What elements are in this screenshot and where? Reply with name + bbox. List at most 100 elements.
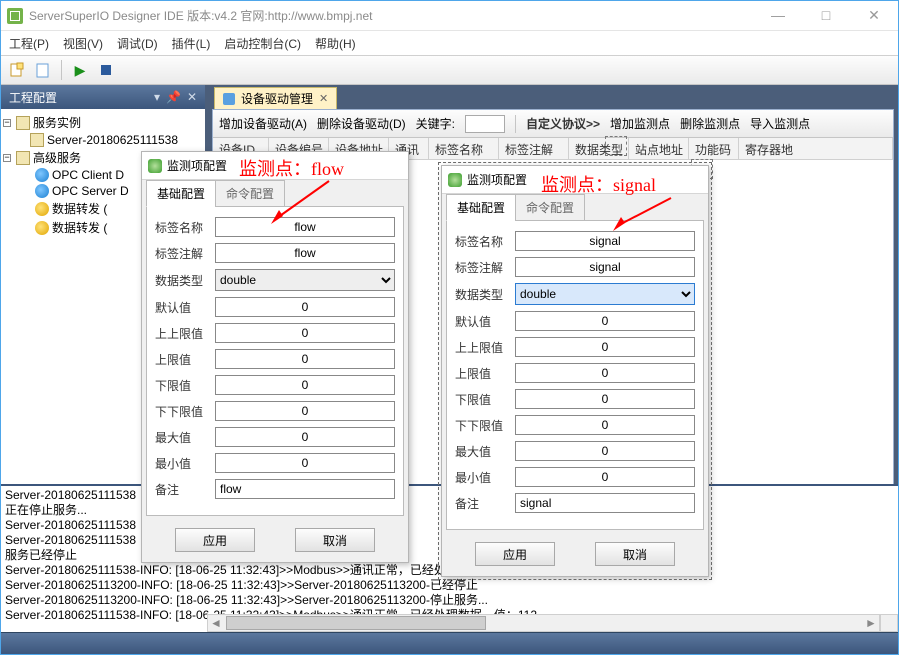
del-driver-button[interactable]: 删除设备驱动(D) [317, 115, 406, 132]
cancel-button[interactable]: 取消 [295, 528, 375, 552]
tab-command[interactable]: 命令配置 [215, 180, 285, 207]
custom-protocol-button[interactable]: 自定义协议>> [526, 115, 600, 132]
label-remark: 备注 [455, 495, 515, 512]
input-l[interactable] [515, 389, 695, 409]
input-uu[interactable] [515, 337, 695, 357]
apply-button[interactable]: 应用 [175, 528, 255, 552]
app-icon [7, 8, 23, 24]
col-7[interactable]: 站点地址 [629, 138, 689, 159]
input-remark[interactable] [215, 479, 395, 499]
col-9[interactable]: 寄存器地 [739, 138, 893, 159]
adv-group-icon [16, 151, 30, 165]
add-point-button[interactable]: 增加监测点 [610, 115, 670, 132]
keyword-label: 关键字: [416, 115, 455, 132]
input-name[interactable] [515, 231, 695, 251]
dialog-titlebar[interactable]: 监测项配置 [142, 152, 408, 180]
select-type[interactable]: double [215, 269, 395, 291]
tab-device-driver[interactable]: 设备驱动管理 ✕ [214, 87, 337, 109]
tree-root-1[interactable]: 服务实例 [33, 114, 81, 131]
new-icon[interactable] [7, 60, 27, 80]
label-name: 标签名称 [155, 219, 215, 236]
label-l: 下限值 [455, 391, 515, 408]
input-def[interactable] [215, 297, 395, 317]
label-max: 最大值 [455, 443, 515, 460]
menu-debug[interactable]: 调试(D) [117, 35, 158, 52]
tree-server[interactable]: Server-20180625111538 [47, 133, 178, 147]
titlebar: ServerSuperIO Designer IDE 版本:v4.2 官网:ht… [1, 1, 898, 31]
label-def: 默认值 [455, 313, 515, 330]
tree-item-3[interactable]: 数据转发 ( [52, 219, 107, 236]
tree-item-0[interactable]: OPC Client D [52, 168, 124, 182]
document-tabbar: 设备驱动管理 ✕ [208, 85, 898, 109]
forward-icon [35, 202, 49, 216]
input-u[interactable] [215, 349, 395, 369]
dialog-body: 标签名称 标签注解 数据类型double 默认值 上上限值 上限值 下限值 下下… [146, 206, 404, 516]
col-4[interactable]: 标签名称 [429, 138, 499, 159]
stop-icon[interactable] [96, 60, 116, 80]
tree-item-2[interactable]: 数据转发 ( [52, 200, 107, 217]
menu-project[interactable]: 工程(P) [9, 35, 49, 52]
input-def[interactable] [515, 311, 695, 331]
label-ll: 下下限值 [455, 417, 515, 434]
project-panel-title: 工程配置 [9, 89, 57, 106]
tab-basic[interactable]: 基础配置 [146, 180, 216, 207]
tab-close-icon[interactable]: ✕ [319, 92, 328, 105]
input-ll[interactable] [215, 401, 395, 421]
panel-dropdown-icon[interactable]: ▾ [154, 90, 160, 104]
label-u: 上限值 [455, 365, 515, 382]
tab-basic[interactable]: 基础配置 [446, 194, 516, 221]
input-remark[interactable] [515, 493, 695, 513]
dialog-icon [148, 159, 162, 173]
tab-command[interactable]: 命令配置 [515, 194, 585, 221]
opc-icon [35, 168, 49, 182]
input-note[interactable] [515, 257, 695, 277]
panel-pin-icon[interactable]: 📌 [166, 90, 181, 104]
del-point-button[interactable]: 删除监测点 [680, 115, 740, 132]
label-remark: 备注 [155, 481, 215, 498]
open-icon[interactable] [33, 60, 53, 80]
input-l[interactable] [215, 375, 395, 395]
collapse-icon[interactable]: − [3, 119, 11, 127]
label-max: 最大值 [155, 429, 215, 446]
minimize-button[interactable]: — [760, 7, 796, 24]
col-8[interactable]: 功能码 [689, 138, 739, 159]
input-u[interactable] [515, 363, 695, 383]
menu-help[interactable]: 帮助(H) [315, 35, 356, 52]
import-point-button[interactable]: 导入监测点 [750, 115, 810, 132]
add-driver-button[interactable]: 增加设备驱动(A) [219, 115, 307, 132]
input-uu[interactable] [215, 323, 395, 343]
collapse-icon[interactable]: − [3, 154, 11, 162]
apply-button[interactable]: 应用 [475, 542, 555, 566]
tree-root-2[interactable]: 高级服务 [33, 149, 81, 166]
col-6[interactable]: 数据类型 [569, 138, 629, 159]
label-min: 最小值 [155, 455, 215, 472]
input-max[interactable] [215, 427, 395, 447]
scroll-corner [880, 614, 898, 632]
input-min[interactable] [215, 453, 395, 473]
driver-tab-icon [223, 93, 235, 105]
panel-close-icon[interactable]: ✕ [187, 90, 197, 104]
menu-console[interactable]: 启动控制台(C) [224, 35, 301, 52]
input-name[interactable] [215, 217, 395, 237]
menu-view[interactable]: 视图(V) [63, 35, 103, 52]
run-icon[interactable]: ▶ [70, 60, 90, 80]
label-note: 标签注解 [455, 259, 515, 276]
tree-item-1[interactable]: OPC Server D [52, 184, 129, 198]
cancel-button[interactable]: 取消 [595, 542, 675, 566]
input-ll[interactable] [515, 415, 695, 435]
input-min[interactable] [515, 467, 695, 487]
menu-plugin[interactable]: 插件(L) [172, 35, 211, 52]
input-note[interactable] [215, 243, 395, 263]
input-max[interactable] [515, 441, 695, 461]
maximize-button[interactable]: □ [808, 7, 844, 24]
tab-label: 设备驱动管理 [241, 90, 313, 107]
keyword-input[interactable] [465, 115, 505, 133]
close-button[interactable]: ✕ [856, 7, 892, 24]
horizontal-scrollbar[interactable]: ◄ ► [207, 614, 880, 632]
select-type[interactable]: double [515, 283, 695, 305]
window-title: ServerSuperIO Designer IDE 版本:v4.2 官网:ht… [29, 7, 372, 24]
col-5[interactable]: 标签注解 [499, 138, 569, 159]
dialog-titlebar[interactable]: 监测项配置 [442, 166, 708, 194]
server-group-icon [16, 116, 30, 130]
opc-icon [35, 184, 49, 198]
